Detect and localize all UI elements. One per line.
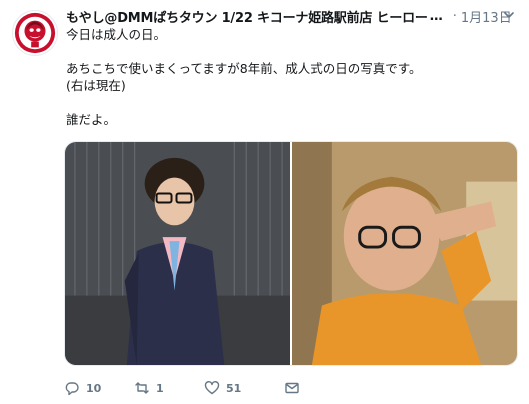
tweet-header: もやし@DMMぱちタウン 1/22 キコーナ姫路駅前店 ヒーロー … · 1月1… (66, 6, 516, 26)
tweet-line: 今日は成人の日。 (66, 27, 167, 42)
tweet-line: 誰だよ。 (66, 112, 117, 127)
chevron-down-icon[interactable] (502, 8, 516, 22)
message-button[interactable] (284, 380, 300, 396)
reply-count: 10 (86, 381, 102, 395)
reply-button[interactable]: 10 (64, 380, 134, 396)
reply-icon (65, 382, 79, 396)
tweet-line: あちこちで使いまくってますが8年前、成人式の日の写真です。 (66, 61, 422, 76)
avatar[interactable] (12, 10, 58, 56)
action-bar: 10 1 51 (64, 378, 300, 398)
heart-icon (204, 381, 220, 395)
envelope-icon (285, 382, 299, 394)
retweet-icon (135, 382, 149, 394)
tweet-text: 今日は成人の日。 あちこちで使いまくってますが8年前、成人式の日の写真です。 (… (66, 26, 516, 128)
like-button[interactable]: 51 (204, 380, 284, 396)
name-ellipsis: … (429, 8, 443, 24)
retweet-button[interactable]: 1 (134, 380, 204, 396)
separator-dot: · (452, 8, 457, 24)
display-name[interactable]: もやし@DMMぱちタウン 1/22 キコーナ姫路駅前店 ヒーロー (66, 7, 428, 26)
tweet-line (66, 94, 516, 111)
photo-right[interactable] (292, 142, 517, 365)
photo-left[interactable] (65, 142, 290, 365)
media-grid (64, 141, 518, 366)
retweet-count: 1 (156, 381, 164, 395)
tweet-line (66, 43, 516, 60)
like-count: 51 (226, 381, 242, 395)
tweet-line: (右は現在) (66, 78, 126, 93)
tweet[interactable]: もやし@DMMぱちタウン 1/22 キコーナ姫路駅前店 ヒーロー … · 1月1… (0, 0, 529, 404)
avatar-icon (14, 12, 56, 54)
